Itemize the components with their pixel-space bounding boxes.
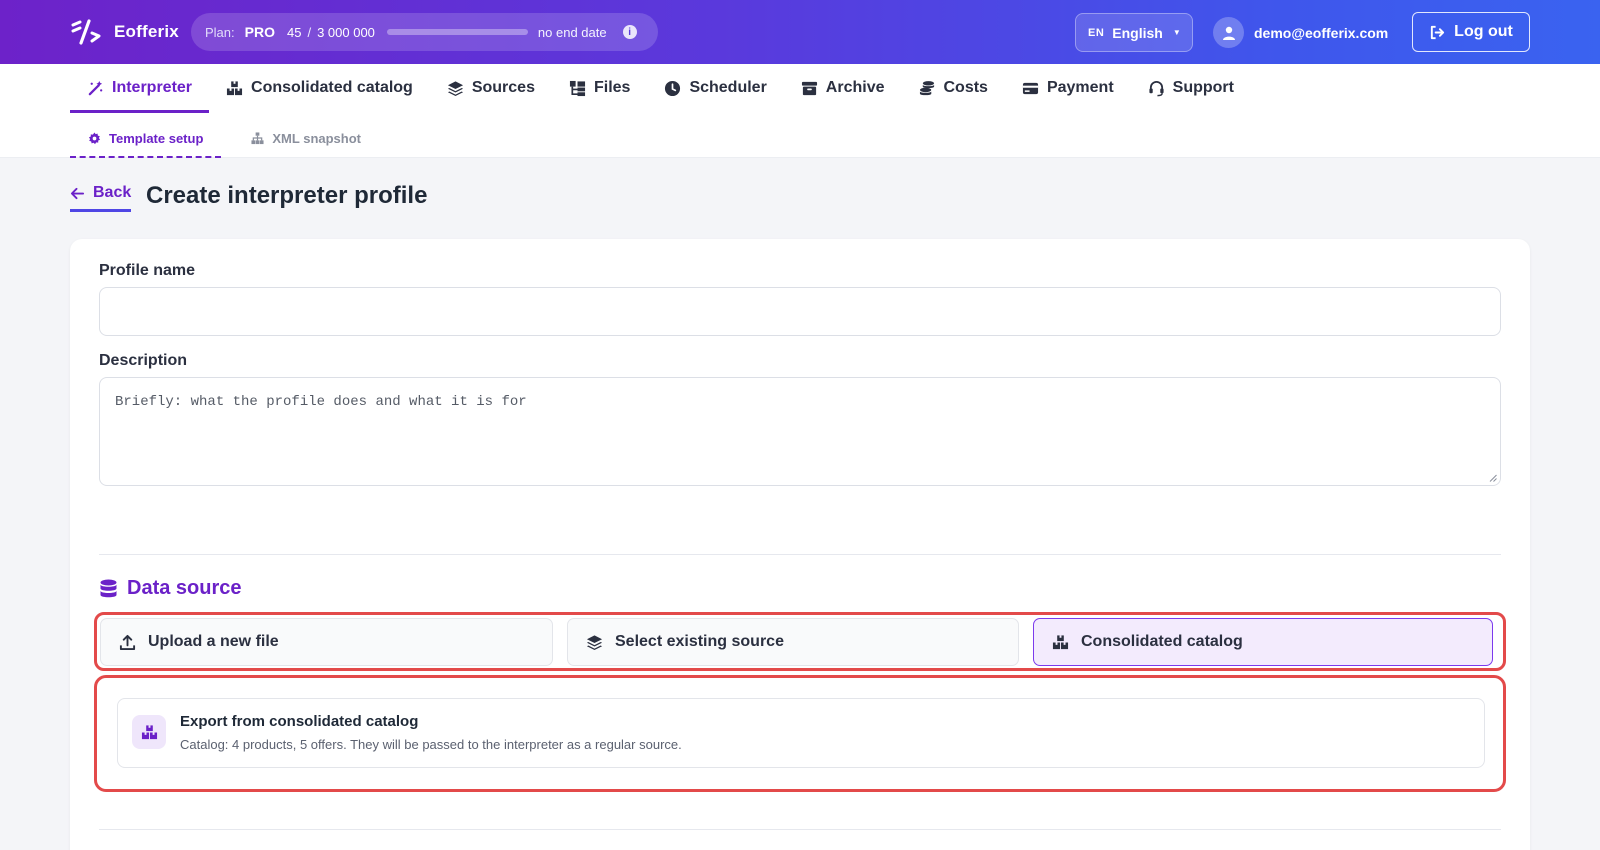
consolidated-catalog-option[interactable]: Consolidated catalog [1033,618,1493,666]
tab-label: Interpreter [112,79,193,96]
tab-payment[interactable]: Payment [1005,64,1131,112]
boxes-icon [226,80,243,95]
subtab-template-setup[interactable]: Template setup [70,119,222,158]
tab-label: Scheduler [689,79,767,96]
tab-files[interactable]: Files [552,64,647,112]
subtab-xml-snapshot[interactable]: XML snapshot [233,119,379,158]
export-info-card: Export from consolidated catalog Catalog… [117,698,1485,768]
tab-label: Support [1172,79,1234,96]
database-icon [100,579,117,597]
clock-icon [665,80,681,96]
main-nav: Interpreter Consolidated catalog Sources [0,64,1600,158]
archive-icon [801,81,817,95]
language-name: English [1112,24,1163,41]
divider [99,829,1501,830]
data-source-options: Upload a new file Select existing source… [94,612,1506,671]
source-option-label: Consolidated catalog [1081,633,1243,650]
profile-form-card: Profile name Description Briefly: what t… [70,239,1530,850]
tab-archive[interactable]: Archive [784,64,902,112]
chevron-down-icon: ▼ [1172,28,1181,37]
resize-handle-icon[interactable] [1489,474,1497,482]
tab-label: Files [593,79,631,96]
plan-tier: PRO [244,24,275,40]
profile-name-label: Profile name [99,262,196,279]
description-textarea[interactable]: Briefly: what the profile does and what … [99,377,1501,486]
description-placeholder: Briefly: what the profile does and what … [115,394,527,410]
tab-label: Archive [825,79,885,96]
plan-usage-bar [386,29,528,35]
info-icon[interactable]: i [622,25,637,39]
tab-label: Payment [1046,79,1114,96]
sub-tabs: Template setup XML snapshot [70,119,379,158]
export-panel: Export from consolidated catalog Catalog… [94,675,1506,792]
tab-label: Costs [943,79,988,96]
plan-label: Plan: [205,24,235,40]
tab-label: Consolidated catalog [251,79,413,96]
plan-limit-count: 3 000 000 [317,24,375,40]
tab-support[interactable]: Support [1131,64,1251,112]
user-email: demo@eofferix.com [1254,24,1389,41]
top-bar: Eofferix Plan: PRO 45 / 3 000 000 no end… [0,0,1600,64]
subtab-label: Template setup [109,131,204,146]
app-name: Eofferix [114,22,179,41]
back-label: Back [93,184,132,201]
source-option-label: Upload a new file [148,633,279,650]
plan-usage-pill: Plan: PRO 45 / 3 000 000 no end date i [191,13,658,51]
user-menu[interactable]: demo@eofferix.com [1213,17,1388,48]
source-option-label: Select existing source [615,633,784,650]
subtab-label: XML snapshot [272,131,361,146]
plan-used-count: 45 [286,24,302,40]
tab-sources[interactable]: Sources [430,64,552,112]
sitemap-icon [251,132,264,145]
select-existing-source-option[interactable]: Select existing source [567,618,1019,666]
data-source-heading: Data source [99,577,242,600]
logout-label: Log out [1454,23,1513,40]
arrow-left-icon [70,187,85,199]
credit-card-icon [1022,82,1039,94]
gear-icon [88,132,101,145]
export-icon-badge [132,715,166,749]
layers-icon [586,634,603,650]
upload-new-file-option[interactable]: Upload a new file [100,618,553,666]
boxes-icon [141,724,157,739]
divider [99,554,1501,555]
data-source-title: Data source [127,577,242,599]
avatar [1213,17,1244,48]
layers-icon [447,80,463,96]
logout-button[interactable]: Log out [1412,12,1530,52]
tab-costs[interactable]: Costs [902,64,1005,112]
export-description: Catalog: 4 products, 5 offers. They will… [180,737,682,752]
tab-interpreter[interactable]: Interpreter [70,64,210,113]
tab-scheduler[interactable]: Scheduler [647,64,783,112]
magic-wand-icon [88,80,103,95]
plan-end-date: no end date [537,24,607,40]
user-icon [1222,26,1235,40]
back-link[interactable]: Back [70,184,132,212]
logo-icon [71,19,101,45]
logout-icon [1431,25,1445,39]
plan-separator: / [307,24,312,40]
tab-consolidated-catalog[interactable]: Consolidated catalog [209,64,430,112]
language-code: EN [1088,26,1105,39]
profile-name-input[interactable] [99,287,1501,336]
folder-tree-icon [569,80,586,96]
main-tabs: Interpreter Consolidated catalog Sources [70,64,1251,113]
coins-icon [919,80,934,95]
language-selector[interactable]: EN English ▼ [1075,13,1193,52]
page-title: Create interpreter profile [146,182,428,209]
boxes-icon [1052,634,1069,649]
logo[interactable]: Eofferix [70,19,179,45]
upload-icon [119,634,136,650]
headset-icon [1149,80,1164,96]
tab-label: Sources [471,79,535,96]
export-title: Export from consolidated catalog [180,713,419,730]
description-label: Description [99,352,188,369]
